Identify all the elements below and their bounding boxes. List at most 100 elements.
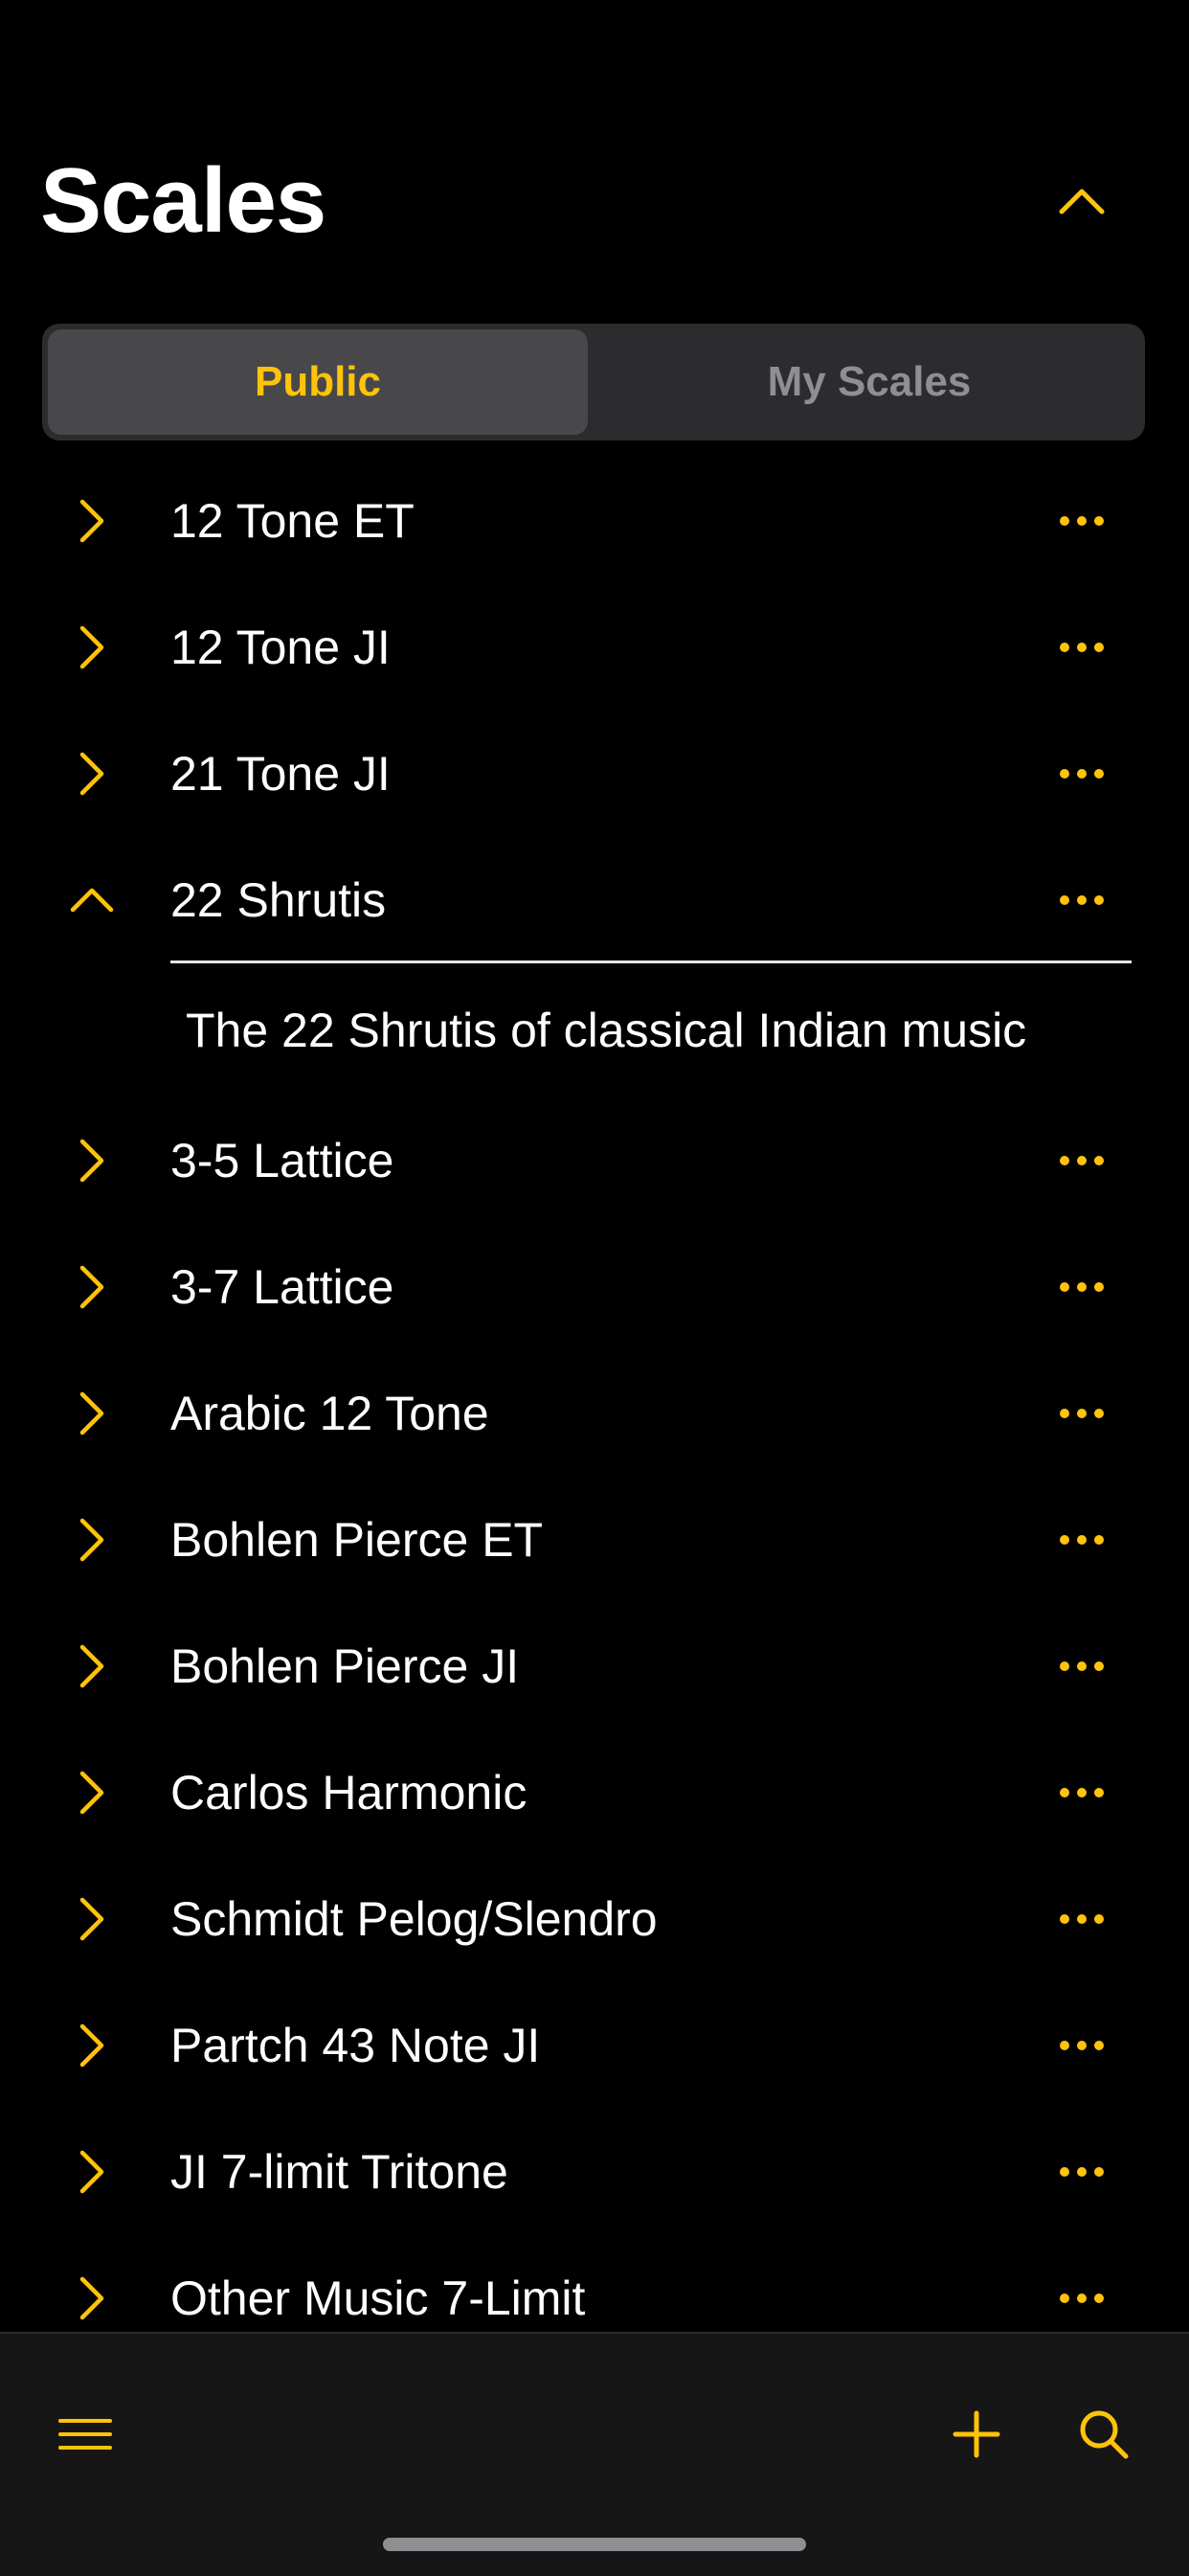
expand-row-button[interactable] (63, 1511, 121, 1569)
chevron-right-icon (79, 2276, 104, 2320)
expand-row-button[interactable] (63, 1638, 121, 1695)
scale-name[interactable]: Partch 43 Note JI (170, 1982, 540, 2109)
more-options-button[interactable] (1053, 1132, 1110, 1189)
scale-row[interactable]: JI 7-limit Tritone (0, 2109, 1189, 2235)
more-options-icon (1060, 643, 1104, 652)
more-options-icon (1060, 1914, 1104, 1924)
more-options-icon (1060, 1535, 1104, 1545)
scale-row[interactable]: Partch 43 Note JI (0, 1982, 1189, 2109)
scale-row[interactable]: Bohlen Pierce JI (0, 1603, 1189, 1729)
more-options-button[interactable] (1053, 1511, 1110, 1569)
search-icon (1080, 2410, 1129, 2459)
scales-list[interactable]: 12 Tone ET 12 Tone JI 21 Tone JI 22 Shrutis… (0, 458, 1189, 2332)
expand-row-button[interactable] (63, 1385, 121, 1442)
scale-row[interactable]: Bohlen Pierce ET (0, 1477, 1189, 1603)
collapse-button[interactable] (1043, 163, 1120, 239)
segment-my-scales-label: My Scales (767, 358, 972, 405)
home-indicator (383, 2538, 806, 2551)
scope-segmented-control: Public My Scales (42, 324, 1145, 441)
expand-row-button[interactable] (63, 1764, 121, 1821)
scale-name[interactable]: Bohlen Pierce JI (170, 1603, 519, 1729)
header: Scales (0, 0, 1189, 306)
scale-row[interactable]: 3-7 Lattice (0, 1224, 1189, 1350)
expand-row-button[interactable] (63, 1258, 121, 1316)
scale-row[interactable]: Arabic 12 Tone (0, 1350, 1189, 1477)
scale-row[interactable]: Other Music 7-Limit (0, 2235, 1189, 2332)
scale-name[interactable]: Arabic 12 Tone (170, 1350, 489, 1477)
more-options-icon (1060, 1661, 1104, 1671)
more-options-icon (1060, 1409, 1104, 1418)
plus-icon (953, 2410, 1000, 2458)
more-options-icon (1060, 1282, 1104, 1292)
more-options-button[interactable] (1053, 1258, 1110, 1316)
add-scale-button[interactable] (933, 2391, 1020, 2477)
chevron-right-icon (79, 1644, 104, 1688)
scale-row[interactable]: 21 Tone JI (0, 711, 1189, 837)
search-button[interactable] (1061, 2391, 1147, 2477)
expand-row-button[interactable] (63, 1132, 121, 1189)
chevron-up-icon (70, 888, 114, 913)
more-options-icon (1060, 2041, 1104, 2050)
scale-row[interactable]: Schmidt Pelog/Slendro (0, 1856, 1189, 1982)
scale-name[interactable]: 12 Tone JI (170, 584, 391, 711)
scale-name[interactable]: 21 Tone JI (170, 711, 391, 837)
expand-row-button[interactable] (63, 745, 121, 802)
expand-row-button[interactable] (63, 2143, 121, 2201)
more-options-icon (1060, 1156, 1104, 1165)
scale-row[interactable]: Carlos Harmonic (0, 1729, 1189, 1856)
more-options-button[interactable] (1053, 1890, 1110, 1948)
chevron-right-icon (79, 1518, 104, 1562)
chevron-right-icon (79, 1391, 104, 1435)
chevron-right-icon (79, 2023, 104, 2068)
more-options-icon (1060, 769, 1104, 779)
hamburger-menu-icon (58, 2419, 112, 2450)
chevron-up-icon (1059, 189, 1105, 215)
more-options-button[interactable] (1053, 745, 1110, 802)
scale-name[interactable]: 3-5 Lattice (170, 1097, 393, 1224)
more-options-icon (1060, 516, 1104, 526)
chevron-right-icon (79, 1897, 104, 1941)
scale-name[interactable]: JI 7-limit Tritone (170, 2109, 508, 2235)
more-options-icon (1060, 2294, 1104, 2303)
more-options-icon (1060, 2167, 1104, 2177)
more-options-button[interactable] (1053, 1385, 1110, 1442)
scale-name[interactable]: 3-7 Lattice (170, 1224, 393, 1350)
segment-public[interactable]: Public (48, 329, 588, 435)
expand-row-button[interactable] (63, 619, 121, 676)
more-options-button[interactable] (1053, 1638, 1110, 1695)
chevron-right-icon (79, 1139, 104, 1183)
segment-public-label: Public (254, 358, 382, 405)
more-options-button[interactable] (1053, 2017, 1110, 2074)
scale-description-text: The 22 Shrutis of classical Indian music (186, 1004, 1027, 1057)
segment-my-scales[interactable]: My Scales (599, 329, 1139, 435)
expand-row-button[interactable] (63, 1890, 121, 1948)
chevron-right-icon (79, 625, 104, 669)
more-options-button[interactable] (1053, 2143, 1110, 2201)
expand-row-button[interactable] (63, 2270, 121, 2327)
more-options-button[interactable] (1053, 1764, 1110, 1821)
scale-name[interactable]: 22 Shrutis (170, 837, 386, 963)
chevron-right-icon (79, 1265, 104, 1309)
chevron-right-icon (79, 1771, 104, 1815)
more-options-button[interactable] (1053, 619, 1110, 676)
expand-row-button[interactable] (63, 492, 121, 550)
scale-description: The 22 Shrutis of classical Indian music (0, 963, 1189, 1097)
scale-row[interactable]: 3-5 Lattice (0, 1097, 1189, 1224)
expand-row-button[interactable] (63, 2017, 121, 2074)
more-options-icon (1060, 895, 1104, 905)
scale-name[interactable]: Bohlen Pierce ET (170, 1477, 543, 1603)
scale-name[interactable]: Other Music 7-Limit (170, 2235, 585, 2332)
scale-name[interactable]: 12 Tone ET (170, 458, 415, 584)
page-title: Scales (40, 149, 326, 252)
more-options-button[interactable] (1053, 2270, 1110, 2327)
scale-name[interactable]: Schmidt Pelog/Slendro (170, 1856, 658, 1982)
scale-row[interactable]: 12 Tone ET (0, 458, 1189, 584)
scale-row[interactable]: 22 Shrutis (0, 837, 1189, 963)
collapse-row-button[interactable] (63, 871, 121, 929)
more-options-button[interactable] (1053, 871, 1110, 929)
menu-button[interactable] (42, 2391, 128, 2477)
more-options-button[interactable] (1053, 492, 1110, 550)
scale-name[interactable]: Carlos Harmonic (170, 1729, 527, 1856)
chevron-right-icon (79, 752, 104, 796)
scale-row[interactable]: 12 Tone JI (0, 584, 1189, 711)
